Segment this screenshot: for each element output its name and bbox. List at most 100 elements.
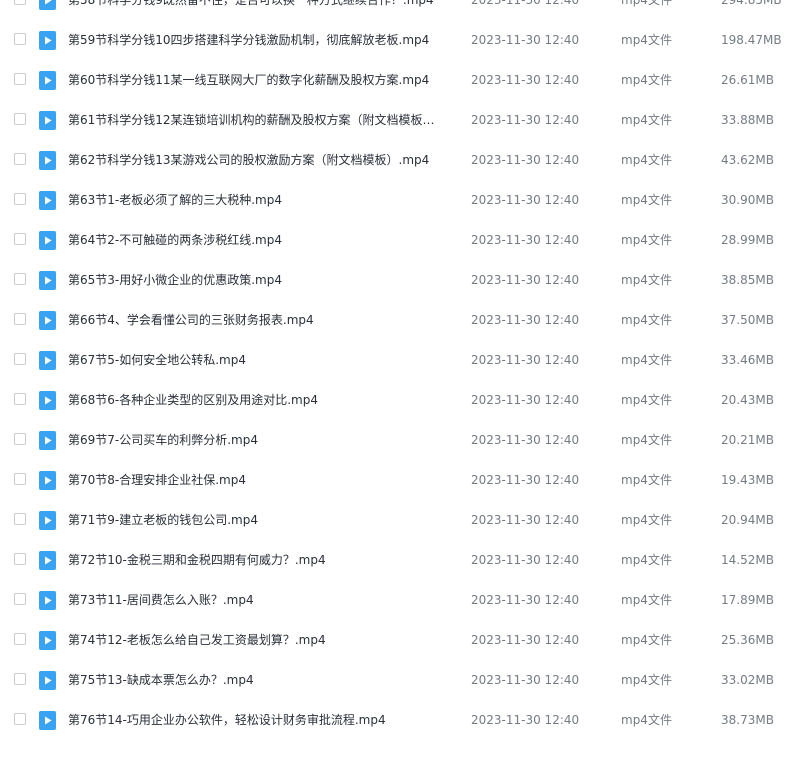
- row-checkbox[interactable]: [14, 273, 26, 285]
- video-file-icon: [39, 151, 56, 170]
- file-modified-date: 2023-11-30 12:40: [471, 393, 580, 407]
- video-file-icon: [39, 111, 56, 130]
- file-name[interactable]: 第71节9-建立老板的钱包公司.mp4: [68, 512, 446, 528]
- file-size: 198.47MB: [721, 33, 782, 47]
- video-file-icon: [39, 631, 56, 650]
- file-modified-date: 2023-11-30 12:40: [471, 473, 580, 487]
- file-row[interactable]: 第59节科学分钱10四步搭建科学分钱激励机制，彻底解放老板.mp4 2023-1…: [0, 20, 811, 60]
- file-name[interactable]: 第73节11-居间费怎么入账？.mp4: [68, 592, 446, 608]
- video-file-icon: [39, 31, 56, 50]
- file-name[interactable]: 第58节科学分钱9既然留不住，是否可以换一种方式继续合作？.mp4: [68, 0, 446, 8]
- file-name[interactable]: 第74节12-老板怎么给自己发工资最划算？.mp4: [68, 632, 446, 648]
- file-row[interactable]: 第71节9-建立老板的钱包公司.mp4 2023-11-30 12:40 mp4…: [0, 500, 811, 540]
- file-size: 17.89MB: [721, 593, 774, 607]
- row-checkbox[interactable]: [14, 433, 26, 445]
- file-name[interactable]: 第76节14-巧用企业办公软件，轻松设计财务审批流程.mp4: [68, 712, 446, 728]
- row-checkbox[interactable]: [14, 673, 26, 685]
- file-row[interactable]: 第65节3-用好小微企业的优惠政策.mp4 2023-11-30 12:40 m…: [0, 260, 811, 300]
- file-type: mp4文件: [621, 193, 672, 207]
- file-name[interactable]: 第64节2-不可触碰的两条涉税红线.mp4: [68, 232, 446, 248]
- file-name[interactable]: 第63节1-老板必须了解的三大税种.mp4: [68, 192, 446, 208]
- file-size: 37.50MB: [721, 313, 774, 327]
- row-checkbox[interactable]: [14, 113, 26, 125]
- row-checkbox[interactable]: [14, 153, 26, 165]
- row-checkbox[interactable]: [14, 593, 26, 605]
- file-row[interactable]: 第68节6-各种企业类型的区别及用途对比.mp4 2023-11-30 12:4…: [0, 380, 811, 420]
- file-row[interactable]: 第60节科学分钱11某一线互联网大厂的数字化薪酬及股权方案.mp4 2023-1…: [0, 60, 811, 100]
- video-file-icon: [39, 591, 56, 610]
- row-checkbox[interactable]: [14, 353, 26, 365]
- file-type: mp4文件: [621, 393, 672, 407]
- row-checkbox[interactable]: [14, 713, 26, 725]
- file-name[interactable]: 第72节10-金税三期和金税四期有何威力？.mp4: [68, 552, 446, 568]
- file-row[interactable]: 第69节7-公司买车的利弊分析.mp4 2023-11-30 12:40 mp4…: [0, 420, 811, 460]
- row-checkbox[interactable]: [14, 33, 26, 45]
- file-row[interactable]: 第72节10-金税三期和金税四期有何威力？.mp4 2023-11-30 12:…: [0, 540, 811, 580]
- file-name[interactable]: 第69节7-公司买车的利弊分析.mp4: [68, 432, 446, 448]
- file-row[interactable]: 第76节14-巧用企业办公软件，轻松设计财务审批流程.mp4 2023-11-3…: [0, 700, 811, 740]
- video-file-icon: [39, 311, 56, 330]
- file-name[interactable]: 第70节8-合理安排企业社保.mp4: [68, 472, 446, 488]
- file-size: 19.43MB: [721, 473, 774, 487]
- file-size: 20.21MB: [721, 433, 774, 447]
- file-type: mp4文件: [621, 353, 672, 367]
- file-modified-date: 2023-11-30 12:40: [471, 73, 580, 87]
- file-size: 28.99MB: [721, 233, 774, 247]
- row-checkbox[interactable]: [14, 473, 26, 485]
- file-modified-date: 2023-11-30 12:40: [471, 313, 580, 327]
- row-checkbox[interactable]: [14, 73, 26, 85]
- file-name[interactable]: 第65节3-用好小微企业的优惠政策.mp4: [68, 272, 446, 288]
- file-type: mp4文件: [621, 553, 672, 567]
- row-checkbox[interactable]: [14, 0, 26, 5]
- file-name[interactable]: 第62节科学分钱13某游戏公司的股权激励方案（附文档模板）.mp4: [68, 152, 446, 168]
- row-checkbox[interactable]: [14, 633, 26, 645]
- file-size: 20.43MB: [721, 393, 774, 407]
- file-row[interactable]: 第66节4、学会看懂公司的三张财务报表.mp4 2023-11-30 12:40…: [0, 300, 811, 340]
- file-type: mp4文件: [621, 313, 672, 327]
- file-modified-date: 2023-11-30 12:40: [471, 433, 580, 447]
- file-name[interactable]: 第68节6-各种企业类型的区别及用途对比.mp4: [68, 392, 446, 408]
- file-name[interactable]: 第61节科学分钱12某连锁培训机构的薪酬及股权方案（附文档模板）....: [68, 112, 446, 128]
- file-size: 294.85MB: [721, 0, 782, 7]
- file-modified-date: 2023-11-30 12:40: [471, 233, 580, 247]
- video-file-icon: [39, 551, 56, 570]
- file-row[interactable]: 第73节11-居间费怎么入账？.mp4 2023-11-30 12:40 mp4…: [0, 580, 811, 620]
- file-row[interactable]: 第58节科学分钱9既然留不住，是否可以换一种方式继续合作？.mp4 2023-1…: [0, 0, 811, 20]
- video-file-icon: [39, 0, 56, 10]
- file-row[interactable]: 第61节科学分钱12某连锁培训机构的薪酬及股权方案（附文档模板）.... 202…: [0, 100, 811, 140]
- file-name[interactable]: 第60节科学分钱11某一线互联网大厂的数字化薪酬及股权方案.mp4: [68, 72, 446, 88]
- video-file-icon: [39, 391, 56, 410]
- file-name[interactable]: 第59节科学分钱10四步搭建科学分钱激励机制，彻底解放老板.mp4: [68, 32, 446, 48]
- row-checkbox[interactable]: [14, 553, 26, 565]
- file-size: 26.61MB: [721, 73, 774, 87]
- file-row[interactable]: 第62节科学分钱13某游戏公司的股权激励方案（附文档模板）.mp4 2023-1…: [0, 140, 811, 180]
- video-file-icon: [39, 471, 56, 490]
- file-row[interactable]: 第63节1-老板必须了解的三大税种.mp4 2023-11-30 12:40 m…: [0, 180, 811, 220]
- file-row[interactable]: 第74节12-老板怎么给自己发工资最划算？.mp4 2023-11-30 12:…: [0, 620, 811, 660]
- file-size: 14.52MB: [721, 553, 774, 567]
- file-type: mp4文件: [621, 513, 672, 527]
- row-checkbox[interactable]: [14, 513, 26, 525]
- row-checkbox[interactable]: [14, 233, 26, 245]
- file-name[interactable]: 第66节4、学会看懂公司的三张财务报表.mp4: [68, 312, 446, 328]
- file-modified-date: 2023-11-30 12:40: [471, 593, 580, 607]
- file-type: mp4文件: [621, 713, 672, 727]
- file-row[interactable]: 第75节13-缺成本票怎么办？.mp4 2023-11-30 12:40 mp4…: [0, 660, 811, 700]
- row-checkbox[interactable]: [14, 193, 26, 205]
- file-type: mp4文件: [621, 593, 672, 607]
- file-name[interactable]: 第75节13-缺成本票怎么办？.mp4: [68, 672, 446, 688]
- video-file-icon: [39, 231, 56, 250]
- file-size: 43.62MB: [721, 153, 774, 167]
- file-type: mp4文件: [621, 673, 672, 687]
- file-type: mp4文件: [621, 473, 672, 487]
- file-modified-date: 2023-11-30 12:40: [471, 673, 580, 687]
- file-row[interactable]: 第70节8-合理安排企业社保.mp4 2023-11-30 12:40 mp4文…: [0, 460, 811, 500]
- file-name[interactable]: 第67节5-如何安全地公转私.mp4: [68, 352, 446, 368]
- file-row[interactable]: 第64节2-不可触碰的两条涉税红线.mp4 2023-11-30 12:40 m…: [0, 220, 811, 260]
- file-type: mp4文件: [621, 233, 672, 247]
- row-checkbox[interactable]: [14, 313, 26, 325]
- row-checkbox[interactable]: [14, 393, 26, 405]
- file-type: mp4文件: [621, 433, 672, 447]
- file-row[interactable]: 第67节5-如何安全地公转私.mp4 2023-11-30 12:40 mp4文…: [0, 340, 811, 380]
- video-file-icon: [39, 71, 56, 90]
